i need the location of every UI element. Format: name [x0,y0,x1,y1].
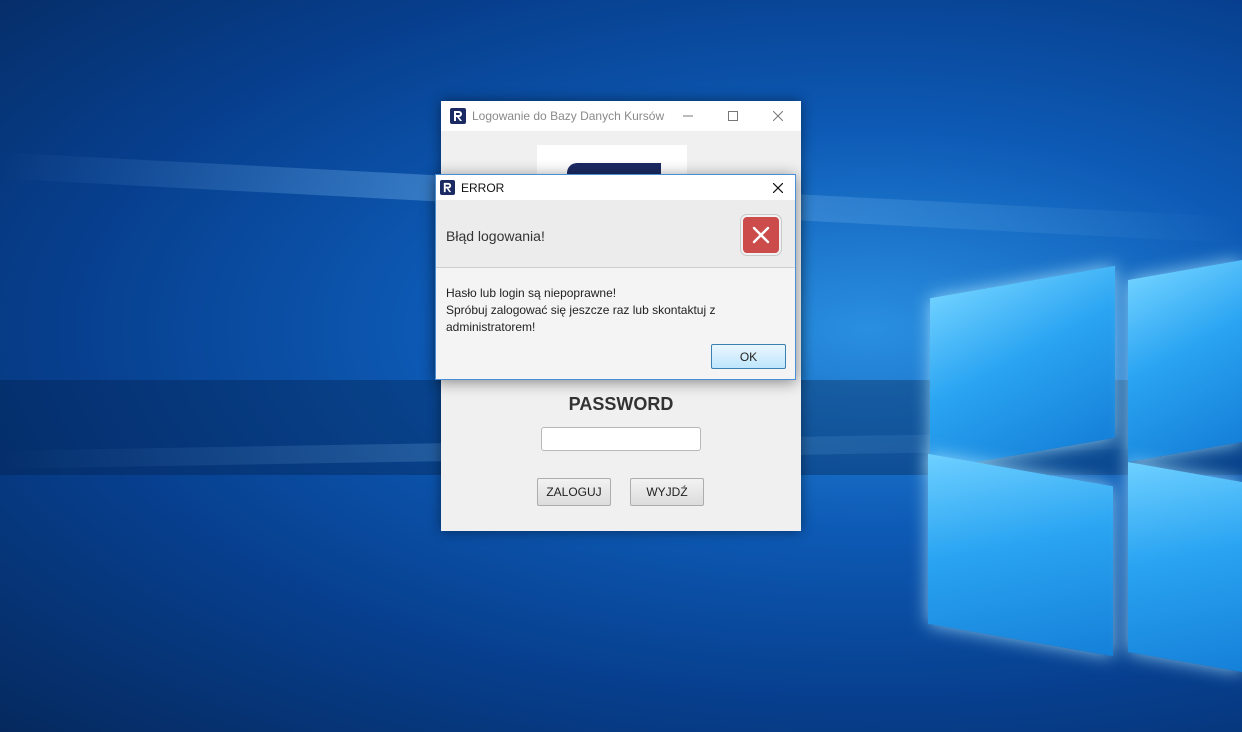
login-button[interactable]: ZALOGUJ [537,478,611,506]
close-icon [773,182,783,193]
maximize-button[interactable] [710,101,756,131]
app-icon [450,108,466,124]
error-icon [741,215,781,255]
dialog-title: ERROR [461,180,505,195]
dialog-close-button[interactable] [761,175,795,200]
app-icon [440,180,455,195]
message-line: administratorem! [446,320,536,334]
maximize-icon [728,111,738,121]
exit-button[interactable]: WYJDŹ [630,478,704,506]
minimize-icon [683,115,693,117]
login-window-titlebar[interactable]: Logowanie do Bazy Danych Kursów [441,101,801,131]
password-label: PASSWORD [568,394,674,414]
close-button[interactable] [755,101,801,131]
close-icon [773,111,783,121]
message-line: Hasło lub login są niepoprawne! [446,286,617,300]
dialog-header-text: Błąd logowania! [446,228,545,244]
window-title: Logowanie do Bazy Danych Kursów [472,109,665,123]
ok-button[interactable]: OK [711,344,786,369]
message-line: Spróbuj zalogować się jeszcze raz lub sk… [446,303,716,317]
error-dialog: ERROR Błąd logowania! Hasło lub login są… [435,174,796,380]
minimize-button[interactable] [665,101,711,131]
password-input[interactable] [541,427,701,451]
dialog-message: Hasło lub login są niepoprawne! Spróbuj … [446,285,715,336]
error-dialog-titlebar[interactable]: ERROR [436,175,795,200]
dialog-header: Błąd logowania! [436,200,795,268]
